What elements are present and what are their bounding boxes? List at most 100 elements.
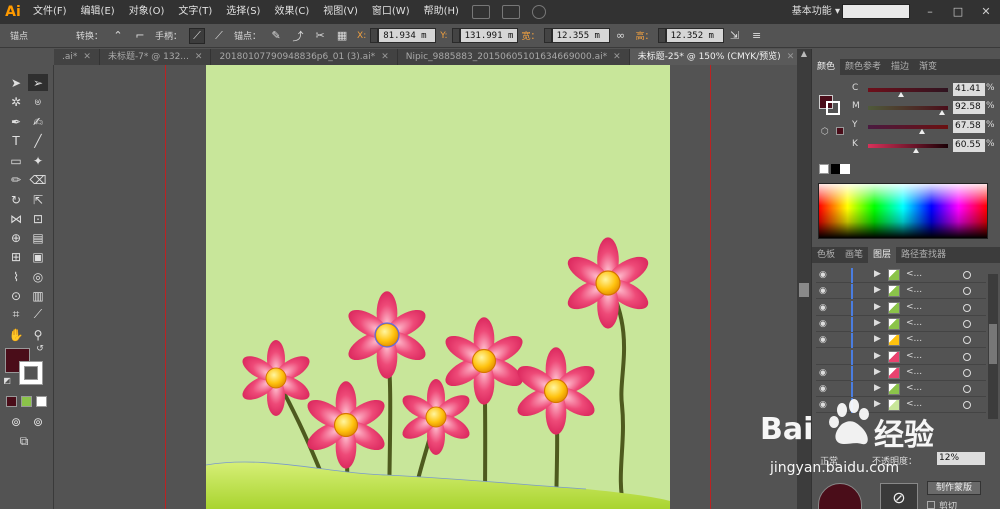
eraser-tool-icon[interactable]: ⌫ — [28, 171, 48, 188]
eyedropper-tool-icon[interactable]: ⌇ — [6, 268, 26, 285]
perspective-grid-tool-icon[interactable]: ▤ — [28, 229, 48, 246]
tab-brushes[interactable]: 画笔 — [840, 247, 868, 263]
maximize-icon[interactable]: □ — [944, 0, 972, 24]
target-circle-icon[interactable] — [963, 303, 971, 312]
visibility-eye-icon[interactable]: ◉ — [819, 368, 827, 378]
close-icon[interactable]: ✕ — [972, 0, 1000, 24]
artboard-tool-icon[interactable]: ⌗ — [6, 306, 26, 323]
visibility-eye-icon[interactable]: ◉ — [819, 270, 827, 280]
expand-arrow-icon[interactable]: ▶ — [874, 367, 881, 377]
layer-row[interactable]: ◉ ▶ <... — [816, 333, 986, 349]
width-stepper[interactable] — [543, 28, 552, 43]
slider-track[interactable] — [868, 88, 948, 92]
slider-knob[interactable] — [919, 129, 926, 134]
slider-value-field[interactable]: 60.55 — [953, 139, 985, 152]
artboard[interactable] — [206, 65, 670, 509]
slider-yellow[interactable]: Y 67.58 % — [852, 120, 1000, 134]
layer-name[interactable]: <... — [906, 383, 922, 393]
cut-path-icon[interactable]: ✂ — [312, 28, 328, 44]
layer-name[interactable]: <... — [906, 285, 922, 295]
expand-arrow-icon[interactable]: ▶ — [874, 318, 881, 328]
zoom-tool-icon[interactable]: ⚲ — [28, 326, 48, 343]
layer-name[interactable]: <... — [906, 334, 922, 344]
clip-checkbox[interactable] — [927, 501, 935, 509]
layer-row[interactable]: ◉ ▶ <... — [816, 382, 986, 398]
scroll-thumb[interactable] — [799, 283, 809, 297]
free-transform-tool-icon[interactable]: ⊡ — [28, 210, 48, 227]
screen-mode-icon[interactable]: ⧉ — [14, 433, 34, 450]
tab-pathfinder[interactable]: 路径查找器 — [896, 247, 951, 263]
canvas-area[interactable] — [55, 65, 797, 509]
pen-tool-icon[interactable]: ✒ — [6, 113, 26, 130]
slider-track[interactable] — [868, 106, 948, 110]
visibility-eye-icon[interactable]: ◉ — [819, 384, 827, 394]
target-circle-icon[interactable] — [963, 385, 971, 394]
draw-inside-icon[interactable]: ⊚ — [28, 413, 48, 430]
layer-name[interactable]: <... — [906, 367, 922, 377]
blend-tool-icon[interactable]: ◎ — [28, 268, 48, 285]
tab-color-guide[interactable]: 颜色参考 — [840, 59, 886, 75]
layer-row[interactable]: ◉ ▶ <... — [816, 284, 986, 300]
target-circle-icon[interactable] — [963, 271, 971, 279]
link-proportions-icon[interactable]: ∞ — [613, 28, 629, 44]
target-circle-icon[interactable] — [963, 368, 971, 377]
isolate-icon[interactable]: ▦ — [334, 28, 350, 44]
menu-object[interactable]: 对象(O) — [122, 0, 172, 24]
scroll-up-icon[interactable]: ▲ — [797, 49, 811, 61]
tab-swatches[interactable]: 色板 — [812, 247, 840, 263]
curvature-tool-icon[interactable]: ✍ — [28, 113, 48, 130]
scale-tool-icon[interactable]: ⇱ — [28, 191, 48, 208]
tab-gradient[interactable]: 渐变 — [914, 59, 942, 75]
expand-arrow-icon[interactable]: ▶ — [874, 269, 881, 279]
white-swatch[interactable] — [840, 164, 850, 174]
target-circle-icon[interactable] — [963, 287, 971, 296]
slider-cyan[interactable]: C 41.41 % — [852, 83, 1000, 97]
layers-scrollbar[interactable] — [988, 274, 998, 419]
type-tool-icon[interactable]: T — [6, 132, 26, 149]
transform-icon[interactable]: ⇲ — [727, 28, 743, 44]
selection-tool-icon[interactable]: ➤ — [6, 74, 26, 91]
line-tool-icon[interactable]: ╱ — [28, 132, 48, 149]
width-field[interactable]: 12.355 m — [551, 28, 610, 43]
x-stepper[interactable] — [370, 28, 379, 43]
tab-document-3[interactable]: 20180107790948836p6_01 (3).ai* ✕ — [211, 49, 398, 65]
connect-anchor-icon[interactable]: ⤴ — [290, 28, 306, 44]
symbol-sprayer-tool-icon[interactable]: ⊙ — [6, 287, 26, 304]
remove-anchor-icon[interactable]: ✎ — [268, 28, 284, 44]
tab-document-2[interactable]: 未标题-7* @ 132... ✕ — [100, 49, 212, 65]
target-circle-icon[interactable] — [963, 319, 971, 328]
rotate-tool-icon[interactable]: ↻ — [6, 191, 26, 208]
panel-stroke-swatch[interactable] — [826, 101, 840, 115]
slider-value-field[interactable]: 67.58 — [953, 120, 985, 133]
menu-window[interactable]: 窗口(W) — [365, 0, 417, 24]
target-circle-icon[interactable] — [963, 336, 971, 345]
direct-selection-tool-icon[interactable]: ➢ — [28, 74, 48, 91]
minimize-icon[interactable]: – — [916, 0, 944, 24]
swap-fill-stroke-icon[interactable]: ↺ — [34, 343, 46, 355]
slider-track[interactable] — [868, 125, 948, 129]
close-icon[interactable]: ✕ — [381, 52, 389, 62]
height-stepper[interactable] — [657, 28, 666, 43]
bridge-icon[interactable] — [471, 5, 490, 19]
expand-arrow-icon[interactable]: ▶ — [874, 285, 881, 295]
expand-arrow-icon[interactable]: ▶ — [874, 351, 881, 361]
draw-mode-icon[interactable]: ⊚ — [6, 413, 26, 430]
show-handles-icon[interactable]: ⟋ — [189, 27, 206, 44]
visibility-eye-icon[interactable]: ◉ — [819, 335, 827, 345]
shape-builder-tool-icon[interactable]: ⊕ — [6, 229, 26, 246]
convert-corner-icon[interactable]: ⌃ — [110, 28, 126, 44]
tab-color[interactable]: 颜色 — [812, 59, 841, 75]
expand-arrow-icon[interactable]: ▶ — [874, 383, 881, 393]
scroll-thumb[interactable] — [989, 324, 997, 364]
gradient-mode-button[interactable] — [21, 396, 32, 407]
gamut-swatch[interactable] — [836, 127, 844, 135]
layer-name[interactable]: <... — [906, 318, 922, 328]
menu-effect[interactable]: 效果(C) — [267, 0, 316, 24]
layer-name[interactable]: <... — [906, 269, 922, 279]
layer-row[interactable]: ▶ <... — [816, 349, 986, 365]
visibility-eye-icon[interactable]: ◉ — [819, 303, 827, 313]
slider-magenta[interactable]: M 92.58 % — [852, 101, 1000, 115]
mesh-tool-icon[interactable]: ⊞ — [6, 248, 26, 265]
width-tool-icon[interactable]: ⋈ — [6, 210, 26, 227]
arrange-documents-icon[interactable] — [501, 5, 520, 19]
